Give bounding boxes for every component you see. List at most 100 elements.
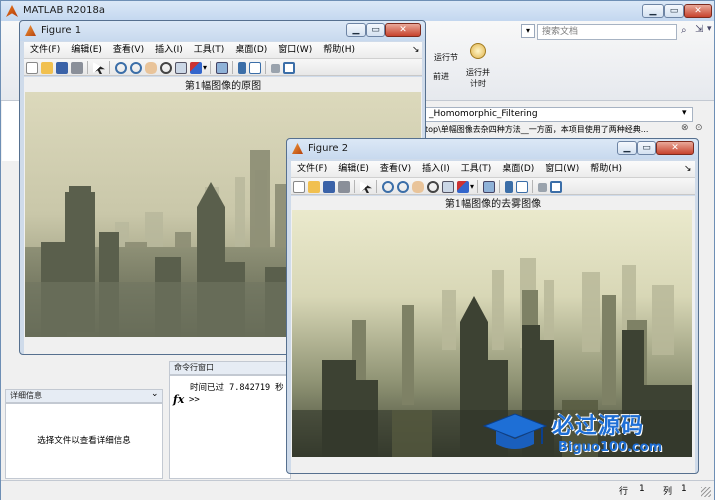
menu-view[interactable]: 查看(V) — [380, 164, 411, 174]
menu-window[interactable]: 窗口(W) — [545, 164, 579, 174]
figure-2-close-button[interactable]: ✕ — [656, 141, 694, 155]
advance-label: 前进 — [433, 72, 449, 81]
menu-dock-icon[interactable]: ↘ — [684, 161, 692, 177]
save-icon[interactable] — [323, 181, 335, 193]
menu-edit[interactable]: 编辑(E) — [71, 45, 102, 55]
details-panel-message: 选择文件以查看详细信息 — [37, 436, 131, 446]
figure-2-title-bar[interactable]: Figure 2 ▁ ▭ ✕ — [287, 139, 698, 159]
menu-window[interactable]: 窗口(W) — [278, 45, 312, 55]
brush-icon[interactable] — [457, 181, 469, 193]
zoom-out-icon[interactable] — [397, 181, 409, 193]
run-and-time-button[interactable]: 运行并 计时 — [461, 67, 495, 89]
details-panel-body: 选择文件以查看详细信息 — [5, 403, 163, 479]
figure-1-maximize-button[interactable]: ▭ — [366, 23, 385, 37]
brush-dropdown-icon[interactable]: ▾ — [203, 63, 207, 72]
figure-2-minimize-button[interactable]: ▁ — [617, 141, 637, 155]
figure-2-toolbar: ▾ — [291, 177, 695, 195]
watermark-url: Biguo100.com — [558, 440, 663, 455]
chevron-down-icon[interactable]: ▾ — [521, 24, 535, 38]
editor-description: top\单幅图像去杂四种方法__一方面，本项目使用了两种经典... — [425, 125, 649, 134]
figure-2-menubar: 文件(F) 编辑(E) 查看(V) 插入(I) 工具(T) 桌面(D) 窗口(W) 帮助(H)… — [291, 161, 695, 177]
main-title-bar[interactable]: MATLAB R2018a ▁ ▭ ✕ — [1, 1, 714, 21]
menu-desktop[interactable]: 桌面(D) — [502, 164, 534, 174]
zoom-in-icon[interactable] — [382, 181, 394, 193]
legend-icon[interactable] — [516, 181, 529, 193]
menu-help[interactable]: 帮助(H) — [590, 164, 622, 174]
close-button[interactable]: ✕ — [684, 4, 712, 18]
menu-insert[interactable]: 插入(I) — [155, 45, 183, 55]
menu-tools[interactable]: 工具(T) — [194, 45, 225, 55]
figure-2-maximize-button[interactable]: ▭ — [637, 141, 656, 155]
hide-tools-icon[interactable] — [538, 183, 548, 192]
status-bar: 行 1 列 1 — [1, 480, 714, 500]
figure-icon — [292, 143, 303, 154]
resize-grip-icon[interactable] — [701, 487, 711, 497]
show-tools-icon[interactable] — [550, 181, 563, 193]
close-tab-icon[interactable]: ⊗ — [681, 123, 689, 133]
function-icon[interactable]: fx — [173, 393, 184, 406]
menu-help[interactable]: 帮助(H) — [323, 45, 355, 55]
hide-tools-icon[interactable] — [271, 64, 281, 73]
editor-file-path[interactable]: _Homomorphic_Filtering — [425, 107, 693, 122]
link-plot-icon[interactable] — [483, 181, 496, 193]
zoom-out-icon[interactable] — [130, 62, 142, 74]
tab-options-icon[interactable]: ⊙ — [695, 123, 703, 133]
search-docs-input[interactable]: 搜索文档 — [537, 24, 677, 40]
link-plot-icon[interactable] — [216, 62, 229, 74]
run-section-button[interactable]: 运行节 — [429, 52, 463, 63]
colorbar-icon[interactable] — [238, 62, 247, 74]
column-value: 1 — [681, 484, 687, 494]
figure-1-title-bar[interactable]: Figure 1 ▁ ▭ ✕ — [20, 21, 425, 41]
search-icon[interactable]: ⌕ — [681, 25, 687, 36]
pointer-icon[interactable] — [360, 181, 372, 193]
open-file-icon[interactable] — [308, 181, 320, 193]
command-window-title: 命令行窗口 — [174, 363, 214, 372]
legend-icon[interactable] — [249, 62, 262, 74]
figure-1-close-button[interactable]: ✕ — [385, 23, 421, 37]
minimize-button[interactable]: ▁ — [642, 4, 664, 18]
panel-collapse-icon[interactable]: ⌄ — [151, 389, 159, 399]
menu-file[interactable]: 文件(F) — [297, 164, 327, 174]
menu-file[interactable]: 文件(F) — [30, 45, 60, 55]
pointer-icon[interactable] — [93, 62, 105, 74]
menu-view[interactable]: 查看(V) — [113, 45, 144, 55]
rotate-icon[interactable] — [427, 181, 439, 193]
new-figure-icon[interactable] — [26, 62, 38, 74]
figure-1-axes-title: 第1幅图像的原图 — [184, 81, 262, 92]
pan-icon[interactable] — [412, 181, 424, 193]
menu-dock-icon[interactable]: ↘ — [412, 42, 420, 58]
save-icon[interactable] — [56, 62, 68, 74]
figure-2-title: Figure 2 — [308, 143, 349, 154]
figure-1-minimize-button[interactable]: ▁ — [346, 23, 366, 37]
new-figure-icon[interactable] — [293, 181, 305, 193]
print-icon[interactable] — [338, 181, 350, 193]
brush-icon[interactable] — [190, 62, 202, 74]
menu-edit[interactable]: 编辑(E) — [338, 164, 369, 174]
colorbar-icon[interactable] — [505, 181, 514, 193]
command-prompt: >> — [189, 395, 200, 405]
run-and-time-icon — [470, 43, 486, 59]
zoom-in-icon[interactable] — [115, 62, 127, 74]
data-cursor-icon[interactable] — [175, 62, 187, 74]
menu-tools[interactable]: 工具(T) — [461, 164, 492, 174]
path-dropdown-icon[interactable]: ▾ — [682, 108, 687, 118]
details-panel-header: 详细信息 — [5, 389, 163, 403]
figure-1-toolbar: ▾ — [24, 58, 422, 76]
maximize-button[interactable]: ▭ — [664, 4, 684, 18]
menu-insert[interactable]: 插入(I) — [422, 164, 450, 174]
main-window-title: MATLAB R2018a — [23, 5, 106, 16]
command-output: 时间已过 7.842719 秒 — [190, 383, 284, 393]
pan-icon[interactable] — [145, 62, 157, 74]
show-tools-icon[interactable] — [283, 62, 296, 74]
expand-icon[interactable]: ⇲ — [695, 24, 703, 35]
command-window-body[interactable]: 时间已过 7.842719 秒 fx >> — [169, 375, 291, 479]
rotate-icon[interactable] — [160, 62, 172, 74]
print-icon[interactable] — [71, 62, 83, 74]
data-cursor-icon[interactable] — [442, 181, 454, 193]
advance-button[interactable]: 前进 — [429, 71, 453, 82]
brush-dropdown-icon[interactable]: ▾ — [470, 182, 474, 191]
menu-desktop[interactable]: 桌面(D) — [235, 45, 267, 55]
open-file-icon[interactable] — [41, 62, 53, 74]
collapse-icon[interactable]: ▾ — [707, 24, 712, 34]
watermark: 必过源码 Biguo100.com — [480, 406, 695, 462]
